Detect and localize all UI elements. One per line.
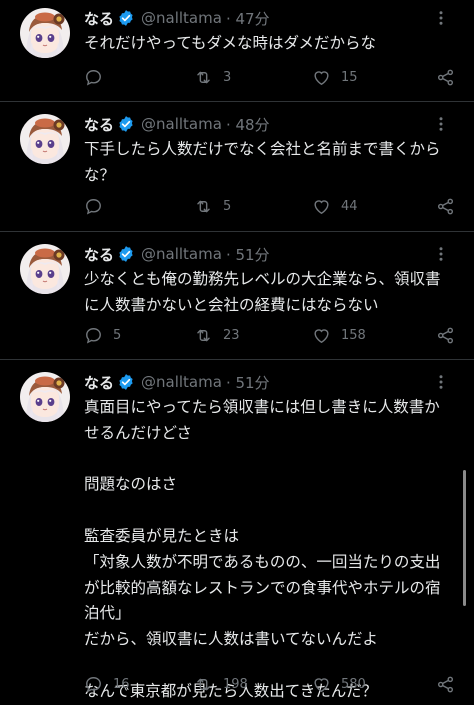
reply-button[interactable]: 16 bbox=[84, 672, 130, 696]
like-button[interactable]: 580 bbox=[312, 672, 366, 696]
verified-badge-icon bbox=[117, 373, 135, 391]
share-button[interactable] bbox=[436, 672, 465, 696]
retweet-count: 5 bbox=[223, 198, 232, 214]
share-button[interactable] bbox=[436, 65, 465, 89]
retweet-button[interactable]: 5 bbox=[194, 194, 231, 218]
retweet-count: 3 bbox=[223, 69, 232, 85]
tweet-header: なる @nalltama · 51分 bbox=[84, 370, 270, 394]
like-button[interactable]: 15 bbox=[312, 65, 358, 89]
retweet-icon bbox=[194, 197, 223, 216]
more-options-icon[interactable] bbox=[432, 115, 450, 133]
user-handle[interactable]: @nalltama bbox=[141, 245, 222, 263]
tweet-header: なる @nalltama · 47分 bbox=[84, 6, 270, 30]
heart-icon bbox=[312, 326, 341, 345]
user-handle[interactable]: @nalltama bbox=[141, 373, 222, 391]
heart-icon bbox=[312, 675, 341, 694]
tweet-text: それだけやってもダメな時はダメだからな bbox=[84, 34, 377, 52]
tweet-text: 真面目にやってたら領収書には但し書きに人数書か せるんだけどさ 問題なのはさ 監… bbox=[84, 398, 441, 700]
timestamp[interactable]: · 51分 bbox=[226, 372, 270, 393]
user-handle[interactable]: @nalltama bbox=[141, 115, 222, 133]
timestamp[interactable]: · 51分 bbox=[226, 244, 270, 265]
verified-badge-icon bbox=[117, 245, 135, 263]
reply-icon bbox=[84, 326, 113, 345]
more-options-icon[interactable] bbox=[432, 9, 450, 27]
retweet-icon bbox=[194, 326, 223, 345]
more-options-icon[interactable] bbox=[432, 245, 450, 263]
reply-icon bbox=[84, 197, 113, 216]
like-count: 44 bbox=[341, 198, 358, 214]
avatar[interactable] bbox=[20, 372, 70, 422]
display-name[interactable]: なる bbox=[84, 372, 114, 393]
heart-icon bbox=[312, 197, 341, 216]
retweet-count: 198 bbox=[223, 676, 248, 692]
share-button[interactable] bbox=[436, 323, 465, 347]
tweet-text: 少なくとも俺の勤務先レベルの大企業なら、領収書 に人数書かないと会社の経費にはな… bbox=[84, 270, 441, 314]
tweet-header: なる @nalltama · 51分 bbox=[84, 242, 270, 266]
display-name[interactable]: なる bbox=[84, 244, 114, 265]
user-handle[interactable]: @nalltama bbox=[141, 9, 222, 27]
heart-icon bbox=[312, 68, 341, 87]
share-icon bbox=[436, 675, 465, 694]
reply-button[interactable] bbox=[84, 65, 113, 89]
share-icon bbox=[436, 68, 465, 87]
like-button[interactable]: 44 bbox=[312, 194, 358, 218]
display-name[interactable]: なる bbox=[84, 8, 114, 29]
divider bbox=[0, 101, 474, 102]
timestamp[interactable]: · 47分 bbox=[226, 8, 270, 29]
divider bbox=[0, 359, 474, 360]
reply-count: 16 bbox=[113, 676, 130, 692]
reply-count: 5 bbox=[113, 327, 122, 343]
divider bbox=[0, 231, 474, 232]
like-button[interactable]: 158 bbox=[312, 323, 366, 347]
share-button[interactable] bbox=[436, 194, 465, 218]
reply-icon bbox=[84, 675, 113, 694]
more-options-icon[interactable] bbox=[432, 373, 450, 391]
share-icon bbox=[436, 197, 465, 216]
tweet-actions: 3 15 bbox=[84, 65, 464, 89]
avatar[interactable] bbox=[20, 8, 70, 58]
retweet-icon bbox=[194, 675, 223, 694]
retweet-count: 23 bbox=[223, 327, 240, 343]
retweet-icon bbox=[194, 68, 223, 87]
reply-button[interactable] bbox=[84, 194, 113, 218]
timestamp[interactable]: · 48分 bbox=[226, 114, 270, 135]
avatar[interactable] bbox=[20, 114, 70, 164]
retweet-button[interactable]: 198 bbox=[194, 672, 248, 696]
reply-button[interactable]: 5 bbox=[84, 323, 121, 347]
display-name[interactable]: なる bbox=[84, 114, 114, 135]
scrollbar[interactable] bbox=[463, 470, 466, 606]
retweet-button[interactable]: 3 bbox=[194, 65, 231, 89]
like-count: 158 bbox=[341, 327, 366, 343]
avatar[interactable] bbox=[20, 244, 70, 294]
like-count: 15 bbox=[341, 69, 358, 85]
reply-icon bbox=[84, 68, 113, 87]
verified-badge-icon bbox=[117, 9, 135, 27]
tweet-actions: 5 23 158 bbox=[84, 323, 464, 347]
share-icon bbox=[436, 326, 465, 345]
tweet-actions: 16 198 580 bbox=[84, 672, 464, 696]
tweet-actions: 5 44 bbox=[84, 194, 464, 218]
like-count: 580 bbox=[341, 676, 366, 692]
tweet-text: 下手したら人数だけでなく会社と名前まで書くから な？ bbox=[84, 140, 441, 184]
tweet-header: なる @nalltama · 48分 bbox=[84, 112, 270, 136]
retweet-button[interactable]: 23 bbox=[194, 323, 240, 347]
verified-badge-icon bbox=[117, 115, 135, 133]
